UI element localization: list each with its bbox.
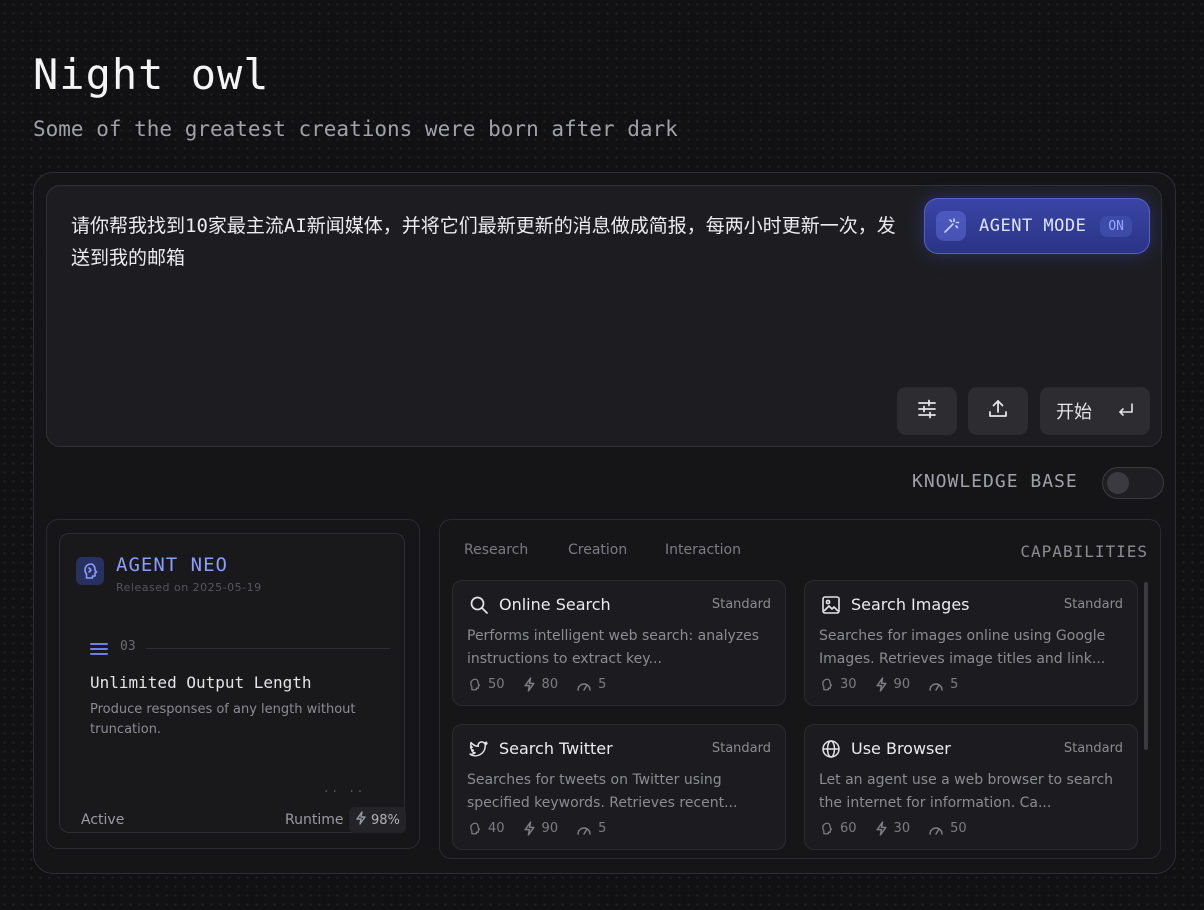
capability-description: Searches for tweets on Twitter using spe… bbox=[467, 772, 738, 811]
capability-title: Search Images bbox=[851, 595, 970, 614]
tab-creation[interactable]: Creation bbox=[568, 542, 627, 558]
capability-tier: Standard bbox=[711, 741, 771, 756]
stat-intelligence: 30 bbox=[840, 677, 857, 692]
toggle-knob bbox=[1107, 472, 1129, 494]
divider bbox=[146, 648, 390, 649]
stat-speed: 90 bbox=[893, 677, 911, 692]
settings-button[interactable] bbox=[897, 387, 957, 435]
bolt-icon bbox=[523, 821, 536, 836]
prompt-text[interactable]: 请你帮我找到10家最主流AI新闻媒体，并将它们最新更新的消息做成简报，每两小时更… bbox=[71, 210, 901, 274]
capability-card-use-browser[interactable]: Use Browser Standard Let an agent use a … bbox=[804, 724, 1138, 850]
agent-card[interactable]: AGENT NEO Released on 2025-05-19 03 Unli… bbox=[59, 533, 405, 833]
stat-intelligence: 40 bbox=[488, 821, 505, 836]
tab-research[interactable]: Research bbox=[464, 542, 528, 558]
page-title: Night owl bbox=[33, 50, 270, 99]
page-subtitle: Some of the greatest creations were born… bbox=[33, 117, 678, 141]
capabilities-heading: CAPABILITIES bbox=[1020, 542, 1148, 561]
capability-description: Performs intelligent web search: analyze… bbox=[467, 628, 760, 667]
capability-tier: Standard bbox=[1063, 597, 1123, 612]
stat-speed: 30 bbox=[893, 821, 911, 836]
gauge-icon bbox=[576, 822, 592, 836]
image-icon bbox=[821, 595, 841, 615]
feature-number: 03 bbox=[120, 639, 136, 654]
enter-icon bbox=[1118, 401, 1134, 422]
capability-stats: 30 90 5 bbox=[819, 677, 958, 692]
agent-status: Active bbox=[81, 812, 125, 828]
bolt-icon bbox=[355, 811, 367, 829]
stat-intelligence: 60 bbox=[840, 821, 857, 836]
stat-speed: 80 bbox=[541, 677, 559, 692]
capability-card-search-twitter[interactable]: Search Twitter Standard Searches for twe… bbox=[452, 724, 786, 850]
bolt-icon bbox=[523, 677, 536, 692]
gauge-icon bbox=[928, 678, 944, 692]
capability-stats: 60 30 50 bbox=[819, 821, 967, 836]
gauge-icon bbox=[928, 822, 944, 836]
pagination-dots[interactable]: ·· ·· bbox=[324, 784, 366, 800]
gauge-icon bbox=[576, 678, 592, 692]
brain-icon bbox=[819, 821, 834, 836]
capability-tier: Standard bbox=[1063, 741, 1123, 756]
agent-mode-state: ON bbox=[1100, 215, 1133, 237]
capability-title: Use Browser bbox=[851, 739, 951, 758]
stat-cost: 5 bbox=[598, 821, 607, 836]
brain-icon bbox=[467, 677, 482, 692]
bolt-icon bbox=[875, 821, 888, 836]
feature-title: Unlimited Output Length bbox=[90, 673, 312, 692]
runtime-value: 98% bbox=[371, 812, 400, 828]
brain-icon bbox=[819, 677, 834, 692]
agent-mode-label: AGENT MODE bbox=[979, 216, 1087, 236]
capability-card-online-search[interactable]: Online Search Standard Performs intellig… bbox=[452, 580, 786, 706]
stat-cost: 50 bbox=[950, 821, 967, 836]
feature-description: Produce responses of any length without … bbox=[90, 702, 356, 737]
agent-mode-toggle[interactable]: AGENT MODE ON bbox=[924, 198, 1150, 254]
agent-panel: AGENT NEO Released on 2025-05-19 03 Unli… bbox=[46, 519, 420, 849]
agent-brain-icon bbox=[76, 557, 104, 585]
capability-stats: 40 90 5 bbox=[467, 821, 606, 836]
stat-speed: 90 bbox=[541, 821, 559, 836]
knowledge-base-label: KNOWLEDGE BASE bbox=[912, 471, 1078, 492]
start-button[interactable]: 开始 bbox=[1040, 387, 1150, 435]
runtime-badge: 98% bbox=[349, 807, 406, 833]
start-label: 开始 bbox=[1056, 402, 1092, 423]
stat-cost: 5 bbox=[598, 677, 607, 692]
upload-icon bbox=[987, 398, 1009, 424]
prompt-input[interactable]: 请你帮我找到10家最主流AI新闻媒体，并将它们最新更新的消息做成简报，每两小时更… bbox=[46, 185, 1162, 447]
capability-title: Online Search bbox=[499, 595, 611, 614]
capability-description: Let an agent use a web browser to search… bbox=[819, 772, 1114, 811]
bolt-icon bbox=[875, 677, 888, 692]
list-icon bbox=[90, 641, 108, 655]
upload-button[interactable] bbox=[968, 387, 1028, 435]
capability-tier: Standard bbox=[711, 597, 771, 612]
capabilities-panel: Research Creation Interaction CAPABILITI… bbox=[439, 519, 1161, 859]
capability-description: Searches for images online using Google … bbox=[819, 628, 1106, 667]
runtime-label: Runtime bbox=[285, 812, 344, 828]
brain-icon bbox=[467, 821, 482, 836]
twitter-icon bbox=[469, 739, 489, 759]
globe-icon bbox=[821, 739, 841, 759]
sliders-icon bbox=[916, 398, 938, 424]
search-icon bbox=[469, 595, 489, 615]
knowledge-base-toggle[interactable] bbox=[1102, 467, 1164, 499]
agent-name: AGENT NEO bbox=[116, 554, 228, 576]
agent-release-date: Released on 2025-05-19 bbox=[116, 581, 262, 594]
stat-intelligence: 50 bbox=[488, 677, 505, 692]
capability-title: Search Twitter bbox=[499, 739, 613, 758]
tab-interaction[interactable]: Interaction bbox=[665, 542, 741, 558]
scrollbar[interactable] bbox=[1144, 582, 1148, 750]
magic-wand-icon bbox=[936, 211, 966, 241]
stat-cost: 5 bbox=[950, 677, 959, 692]
capability-stats: 50 80 5 bbox=[467, 677, 606, 692]
capability-card-search-images[interactable]: Search Images Standard Searches for imag… bbox=[804, 580, 1138, 706]
main-panel: 请你帮我找到10家最主流AI新闻媒体，并将它们最新更新的消息做成简报，每两小时更… bbox=[33, 172, 1176, 874]
